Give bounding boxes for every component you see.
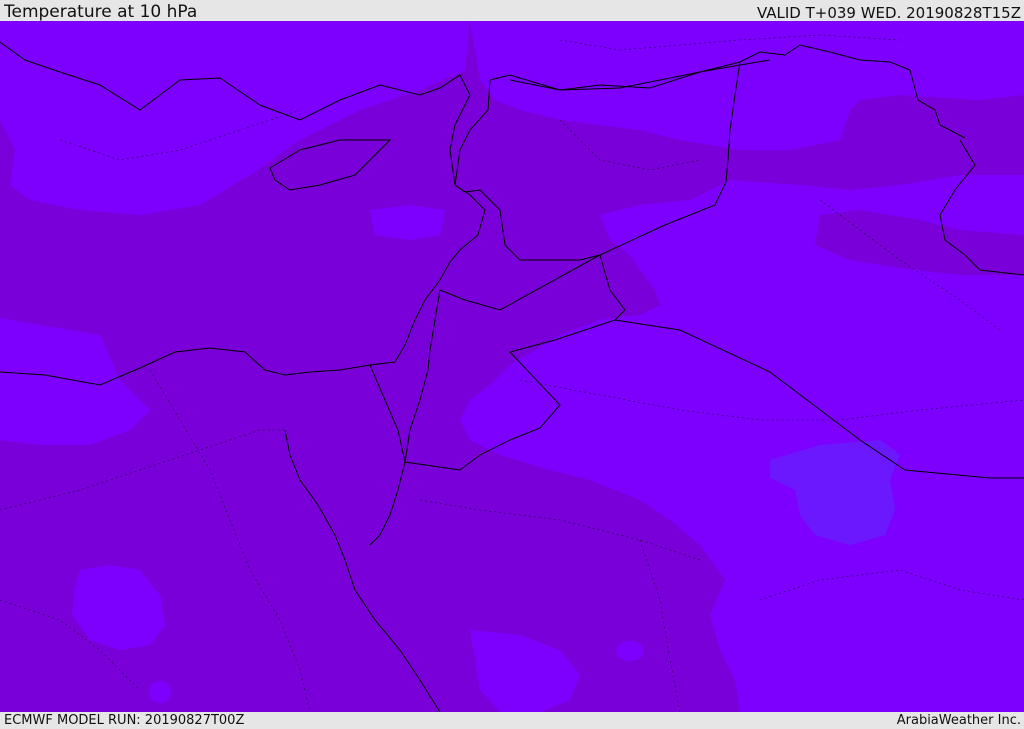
forecast-map-screen: Temperature at 10 hPa VALID T+039 WED. 2… (0, 0, 1024, 729)
footer-bar: ECMWF MODEL RUN: 20190827T00Z ArabiaWeat… (0, 712, 1024, 729)
credit-label: ArabiaWeather Inc. (896, 713, 1021, 728)
valid-time-label: VALID T+039 WED. 20190828T15Z (756, 4, 1021, 22)
model-run-label: ECMWF MODEL RUN: 20190827T00Z (4, 713, 245, 728)
cool-spot-south (149, 681, 171, 703)
cool-spot-sinai (616, 641, 644, 661)
temperature-map[interactable] (0, 21, 1024, 712)
header-bar: Temperature at 10 hPa VALID T+039 WED. 2… (0, 0, 1024, 21)
cool-region-cyprus (370, 205, 445, 240)
map-title: Temperature at 10 hPa (4, 2, 198, 22)
